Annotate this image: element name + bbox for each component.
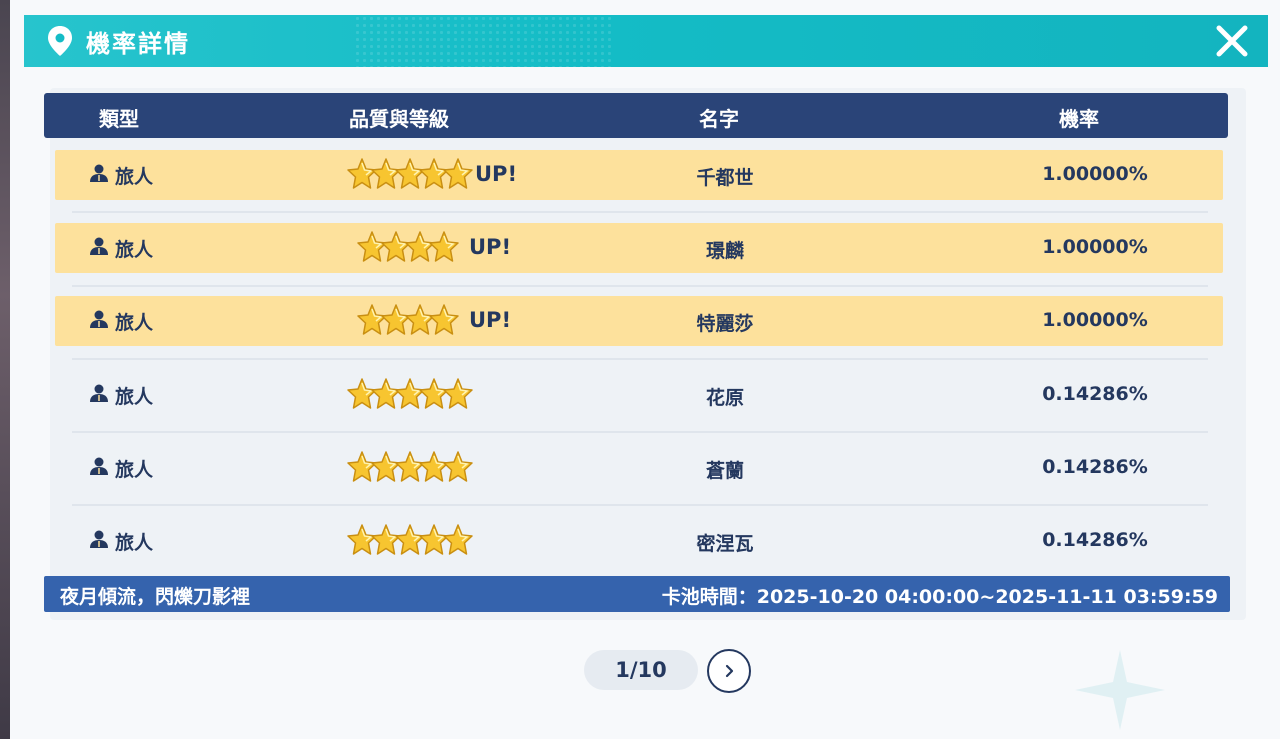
- row-type-label: 旅人: [115, 239, 154, 261]
- row-name: 花原: [705, 387, 744, 409]
- row-type-label: 旅人: [115, 532, 154, 554]
- star-icon: [347, 450, 473, 484]
- map-pin-icon: [48, 26, 72, 56]
- pool-name: 夜月傾流，閃爍刀影裡: [60, 586, 251, 608]
- traveler-icon: [89, 163, 109, 188]
- table-row: 旅人 蒼蘭 0.14286%: [55, 443, 1223, 493]
- row-type-label: 旅人: [115, 386, 154, 408]
- row-divider: [72, 285, 1208, 287]
- traveler-icon: [89, 383, 109, 408]
- row-divider: [72, 504, 1208, 506]
- star-icon: [347, 523, 473, 557]
- row-type-label: 旅人: [115, 459, 154, 481]
- row-type-label: 旅人: [115, 166, 154, 188]
- pool-info-bar: 夜月傾流，閃爍刀影裡 卡池時間：2025-10-20 04:00:00~2025…: [44, 576, 1230, 612]
- row-type: 旅人: [89, 235, 153, 262]
- table-row: 旅人 UP! 璟麟 1.00000%: [55, 223, 1223, 273]
- star-rating: UP!: [357, 303, 511, 337]
- row-type: 旅人: [89, 162, 153, 189]
- row-divider: [72, 211, 1208, 213]
- chevron-right-icon: [725, 664, 734, 678]
- up-badge: UP!: [469, 308, 512, 332]
- column-header-type: 類型: [99, 107, 139, 131]
- table-row: 旅人 花原 0.14286%: [55, 370, 1223, 420]
- row-name: 璟麟: [705, 240, 744, 262]
- star-rating: [347, 523, 473, 557]
- row-divider: [72, 431, 1208, 433]
- column-header-quality: 品質與等級: [349, 107, 449, 131]
- row-type: 旅人: [89, 308, 153, 335]
- column-header-name: 名字: [699, 107, 739, 131]
- traveler-icon: [89, 529, 109, 554]
- table-row: 旅人 UP! 千都世 1.00000%: [55, 150, 1223, 200]
- row-rate: 1.00000%: [1042, 236, 1148, 258]
- up-badge: UP!: [475, 162, 518, 186]
- row-rate: 0.14286%: [1042, 529, 1148, 551]
- row-name: 千都世: [696, 167, 754, 189]
- traveler-icon: [89, 236, 109, 261]
- star-rating: UP!: [357, 230, 511, 264]
- star-icon: [347, 157, 473, 191]
- close-icon[interactable]: [1214, 23, 1250, 59]
- row-name: 密涅瓦: [696, 533, 754, 555]
- row-rate: 0.14286%: [1042, 383, 1148, 405]
- row-rate: 1.00000%: [1042, 309, 1148, 331]
- row-type-label: 旅人: [115, 312, 154, 334]
- up-badge: UP!: [469, 235, 512, 259]
- background-strip: [0, 0, 10, 739]
- traveler-icon: [89, 456, 109, 481]
- star-rating: [347, 450, 473, 484]
- pool-time: 卡池時間：2025-10-20 04:00:00~2025-11-11 03:5…: [661, 586, 1218, 608]
- row-name: 蒼蘭: [705, 460, 744, 482]
- sparkle-decoration: [1075, 650, 1165, 730]
- dialog-title: 機率詳情: [86, 30, 190, 58]
- row-type: 旅人: [89, 528, 153, 555]
- traveler-icon: [89, 309, 109, 334]
- column-header-rate: 機率: [1059, 107, 1099, 131]
- row-type: 旅人: [89, 382, 153, 409]
- row-type: 旅人: [89, 455, 153, 482]
- star-rating: UP!: [347, 157, 517, 191]
- star-icon: [347, 377, 473, 411]
- row-rate: 1.00000%: [1042, 163, 1148, 185]
- star-icon: [357, 303, 459, 337]
- row-name: 特麗莎: [696, 313, 754, 335]
- header-pattern: [354, 15, 614, 67]
- table-row: 旅人 UP! 特麗莎 1.00000%: [55, 296, 1223, 346]
- star-icon: [357, 230, 459, 264]
- row-rate: 0.14286%: [1042, 456, 1148, 478]
- star-rating: [347, 377, 473, 411]
- next-page-button[interactable]: [707, 649, 751, 693]
- dialog-header: 機率詳情: [24, 15, 1268, 67]
- page-indicator: 1/10: [584, 650, 698, 690]
- table-header: 類型 品質與等級 名字 機率: [44, 93, 1228, 138]
- row-divider: [72, 358, 1208, 360]
- table-row: 旅人 密涅瓦 0.14286%: [55, 516, 1223, 566]
